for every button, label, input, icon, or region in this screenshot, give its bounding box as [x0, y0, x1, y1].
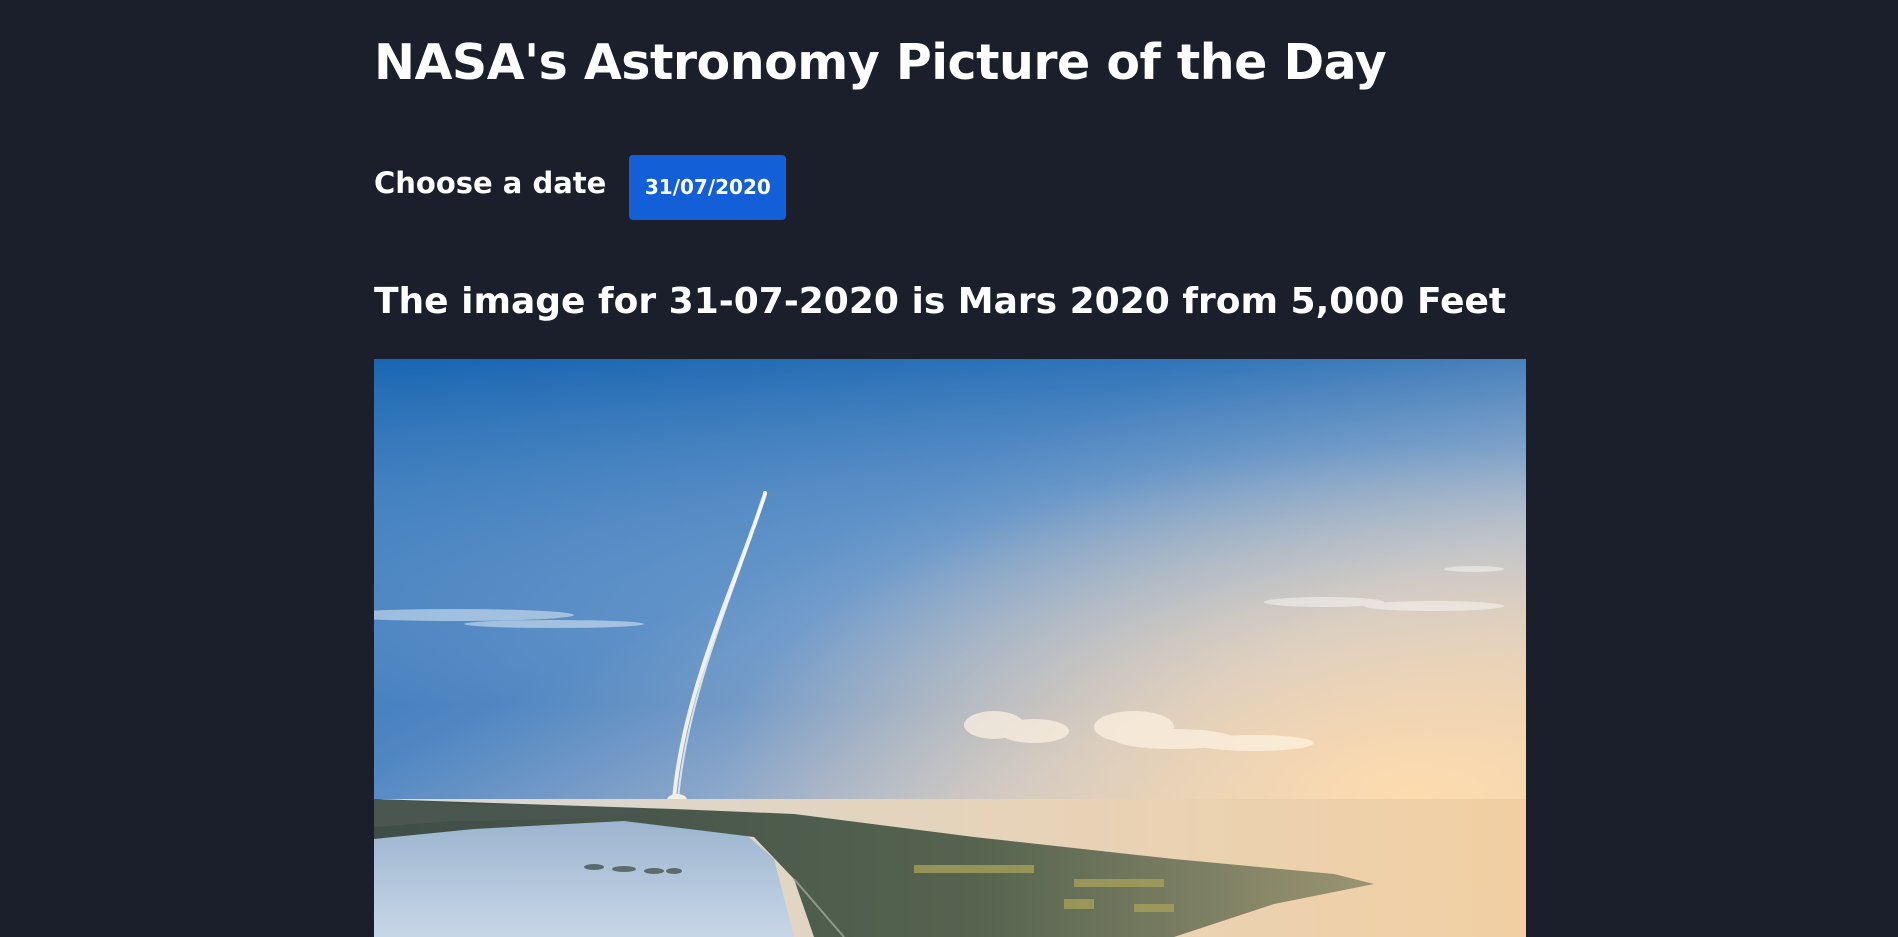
- date-picker-button[interactable]: 31/07/2020: [629, 154, 787, 220]
- page: NASA's Astronomy Picture of the Day Choo…: [0, 0, 1898, 937]
- date-value: 31/07/2020: [644, 175, 771, 199]
- apod-image: [374, 359, 1526, 937]
- image-caption: The image for 31-07-2020 is Mars 2020 fr…: [374, 281, 1507, 322]
- page-title: NASA's Astronomy Picture of the Day: [374, 34, 1387, 91]
- rocket-launch-photo: [374, 359, 1526, 937]
- date-picker-row: Choose a date 31/07/2020: [374, 154, 787, 220]
- date-label: Choose a date: [374, 166, 607, 200]
